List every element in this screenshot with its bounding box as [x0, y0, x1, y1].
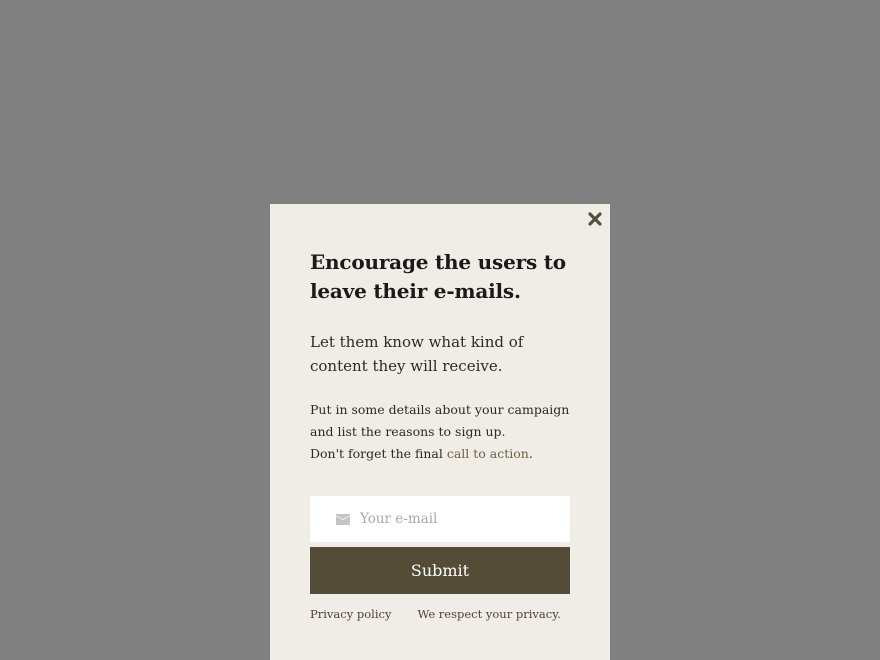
details-line-3: Don't forget the final call to action.	[310, 443, 570, 465]
close-button[interactable]	[586, 210, 604, 228]
popup-headline: Encourage the users to leave their e-mai…	[310, 250, 566, 303]
popup-footer: Privacy policy We respect your privacy.	[310, 606, 570, 622]
popup-lead-text: Let them know what kind of content they …	[310, 333, 524, 375]
submit-button[interactable]: Submit	[310, 547, 570, 594]
privacy-note: We respect your privacy.	[417, 607, 561, 621]
popup-details: Put in some details about your campaign …	[310, 399, 570, 465]
newsletter-popup: Encourage the users to leave their e-mai…	[270, 204, 610, 660]
email-input[interactable]	[360, 511, 560, 527]
close-icon	[588, 212, 602, 226]
privacy-policy-link[interactable]: Privacy policy	[310, 606, 391, 622]
details-line-1: Put in some details about your campaign	[310, 402, 570, 417]
details-line-2: and list the reasons to sign up.	[310, 424, 506, 439]
call-to-action-link[interactable]: call to action	[447, 446, 529, 461]
envelope-icon	[336, 513, 350, 525]
details-line-3-suffix: .	[528, 446, 533, 461]
email-field-container[interactable]	[310, 496, 570, 542]
details-line-3-prefix: Don't forget the final	[310, 446, 447, 461]
